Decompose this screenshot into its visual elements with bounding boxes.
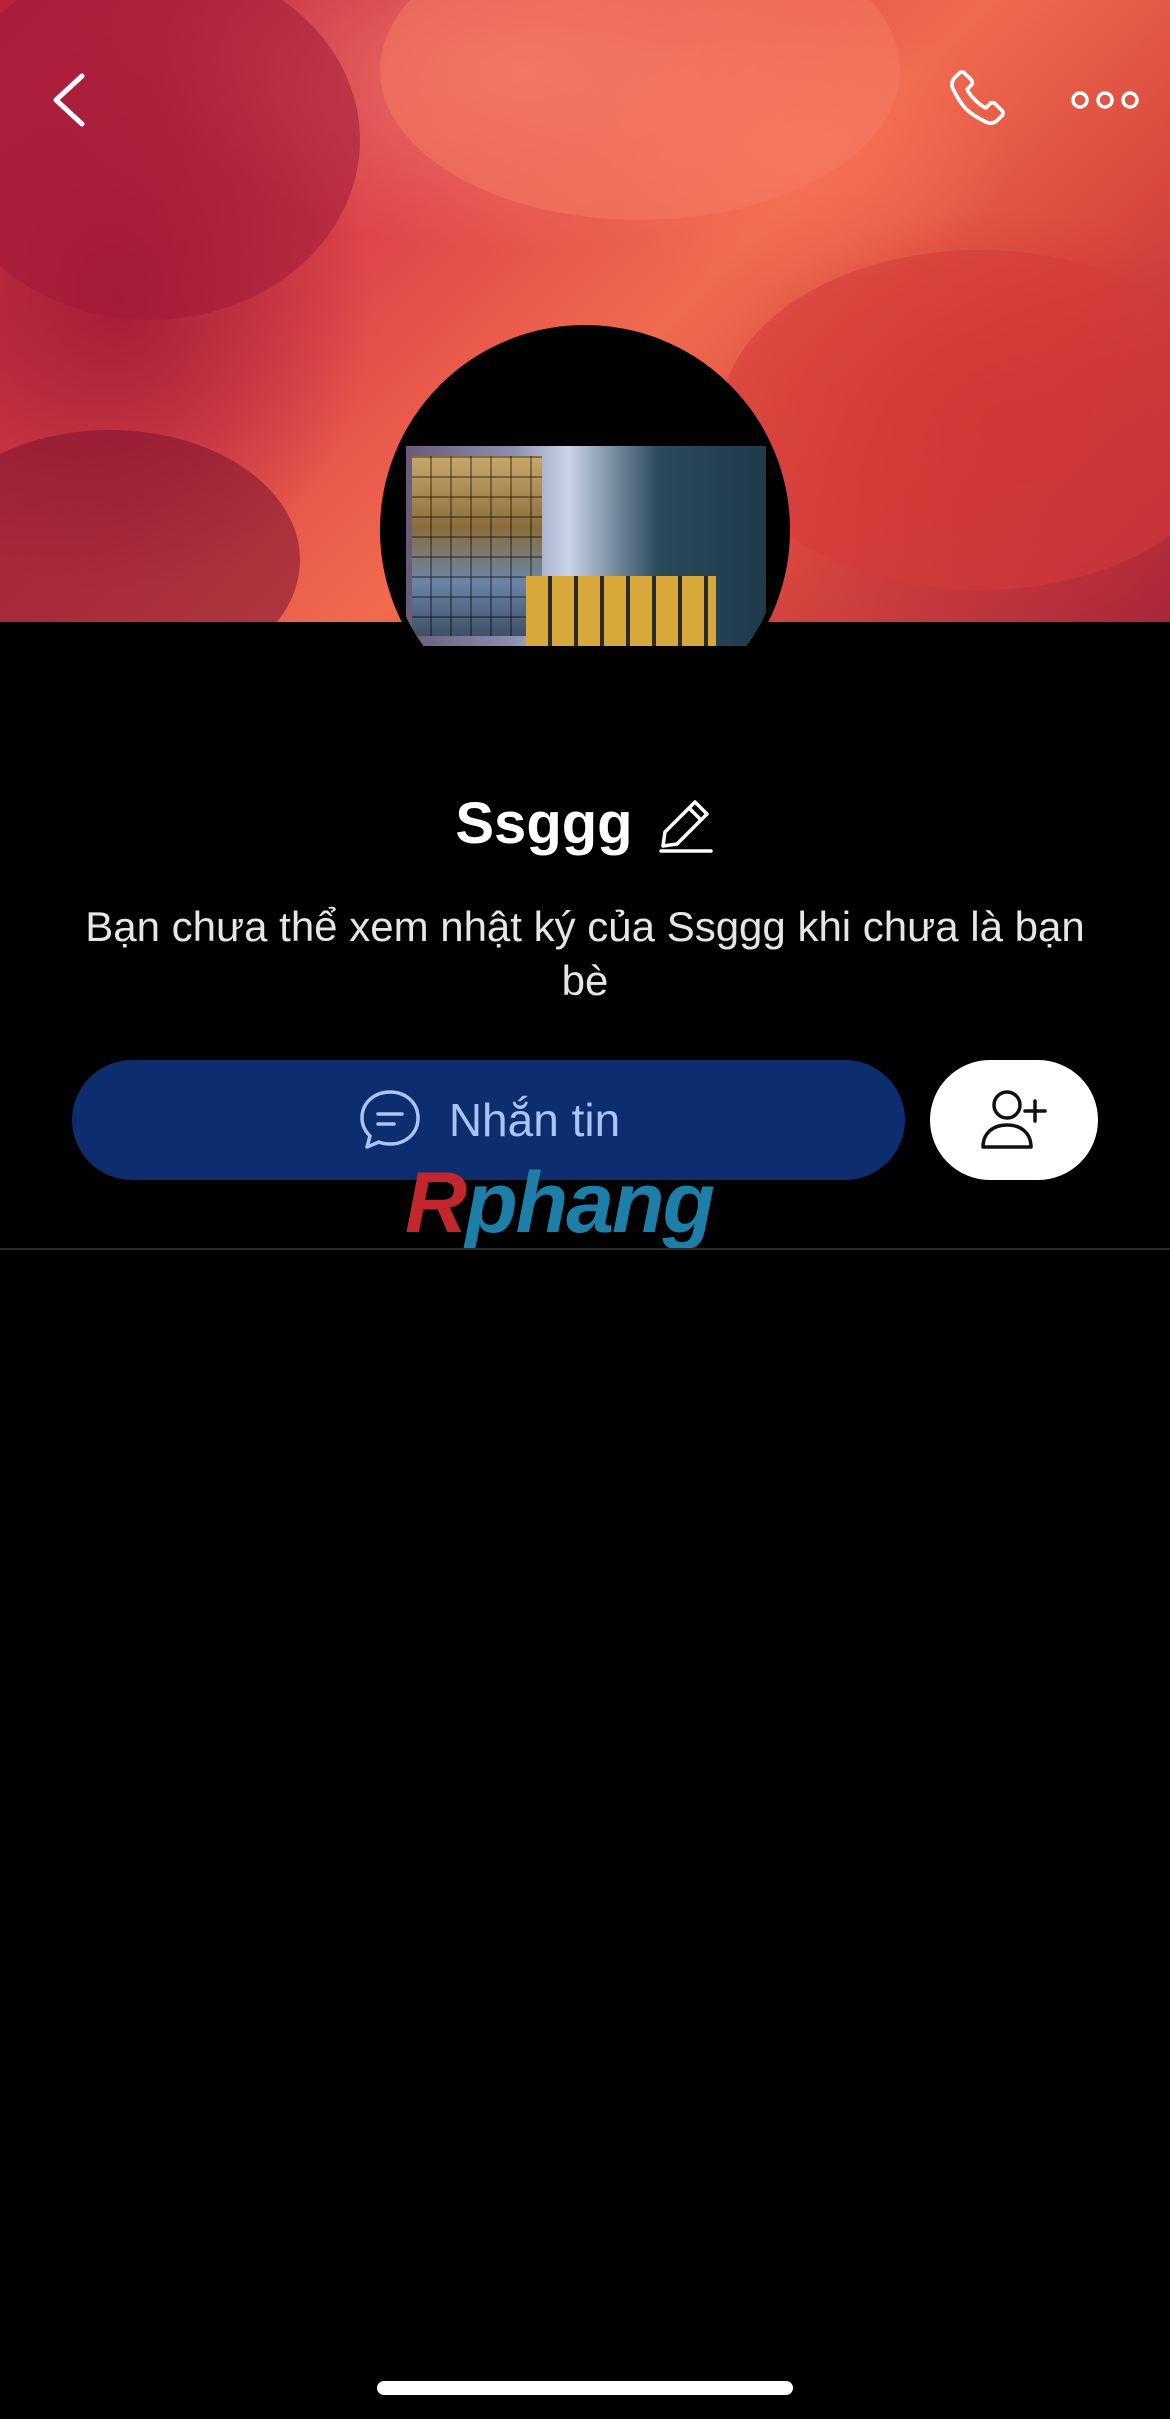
chevron-left-icon [53, 73, 85, 127]
rose-petal-shape [0, 0, 360, 320]
rose-petal-shape [0, 430, 300, 622]
section-divider [0, 1248, 1170, 1250]
message-button-label: Nhắn tin [448, 1094, 621, 1146]
avatar-image-detail [412, 456, 542, 636]
chat-bubble-icon [360, 1090, 420, 1149]
watermark-letter: R [405, 1155, 467, 1251]
watermark-text: phang [465, 1155, 715, 1251]
home-indicator[interactable] [377, 2381, 793, 2395]
pencil-icon[interactable] [655, 794, 715, 854]
phone-icon [950, 70, 1005, 125]
privacy-notice: Bạn chưa thể xem nhật ký của Ssggg khi c… [85, 903, 1085, 1004]
call-button[interactable] [930, 55, 1020, 145]
back-button[interactable] [28, 60, 108, 140]
more-options-button[interactable] [1060, 55, 1150, 145]
rose-petal-shape [380, 0, 900, 220]
more-horizontal-icon [1071, 91, 1139, 109]
add-friend-button[interactable] [930, 1060, 1098, 1180]
avatar-image-detail [526, 576, 716, 646]
watermark-logo: Rphang [405, 1160, 715, 1246]
add-user-icon [981, 1090, 1047, 1149]
profile-name-row: Ssggg [0, 790, 1170, 857]
profile-name: Ssggg [455, 791, 633, 856]
avatar[interactable] [380, 325, 790, 735]
